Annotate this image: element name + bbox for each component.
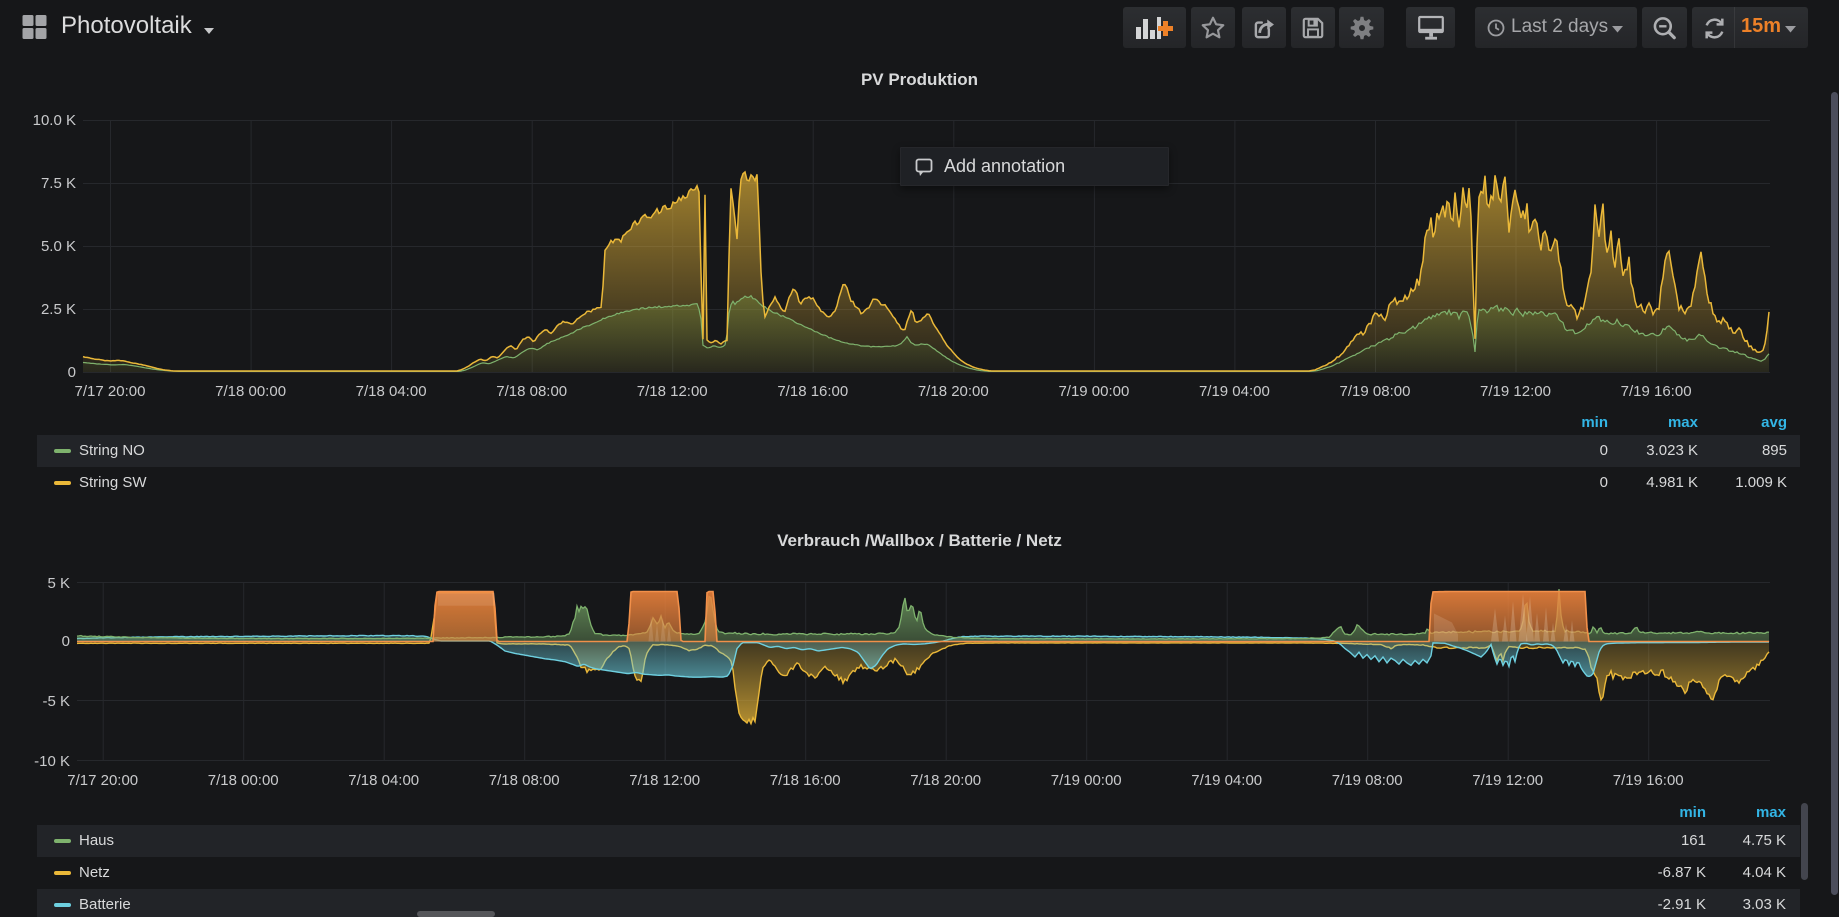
svg-text:10.0 K: 10.0 K xyxy=(33,112,76,129)
svg-text:7/18 04:00: 7/18 04:00 xyxy=(356,383,427,400)
svg-text:7/19 16:00: 7/19 16:00 xyxy=(1613,772,1684,789)
svg-text:7.5 K: 7.5 K xyxy=(41,175,76,192)
svg-text:7/17 20:00: 7/17 20:00 xyxy=(75,383,146,400)
svg-text:5.0 K: 5.0 K xyxy=(41,238,76,255)
svg-text:2.5 K: 2.5 K xyxy=(41,301,76,318)
svg-text:7/18 08:00: 7/18 08:00 xyxy=(489,772,560,789)
svg-text:7/19 12:00: 7/19 12:00 xyxy=(1472,772,1543,789)
svg-text:7/19 12:00: 7/19 12:00 xyxy=(1480,383,1551,400)
svg-text:7/19 08:00: 7/19 08:00 xyxy=(1332,772,1403,789)
svg-text:5 K: 5 K xyxy=(47,575,70,592)
svg-text:7/19 04:00: 7/19 04:00 xyxy=(1199,383,1270,400)
svg-text:7/19 00:00: 7/19 00:00 xyxy=(1058,383,1129,400)
svg-text:7/18 20:00: 7/18 20:00 xyxy=(918,383,989,400)
svg-text:7/19 04:00: 7/19 04:00 xyxy=(1191,772,1262,789)
svg-text:7/18 20:00: 7/18 20:00 xyxy=(910,772,981,789)
svg-text:0: 0 xyxy=(62,633,70,650)
svg-text:7/19 00:00: 7/19 00:00 xyxy=(1051,772,1122,789)
svg-text:0: 0 xyxy=(68,364,76,381)
svg-text:7/18 16:00: 7/18 16:00 xyxy=(770,772,841,789)
svg-text:-10 K: -10 K xyxy=(34,753,70,770)
svg-text:7/18 16:00: 7/18 16:00 xyxy=(777,383,848,400)
svg-text:7/19 16:00: 7/19 16:00 xyxy=(1621,383,1692,400)
svg-text:-5 K: -5 K xyxy=(42,693,70,710)
svg-text:7/18 00:00: 7/18 00:00 xyxy=(208,772,279,789)
svg-text:7/18 04:00: 7/18 04:00 xyxy=(348,772,419,789)
svg-text:7/19 08:00: 7/19 08:00 xyxy=(1340,383,1411,400)
svg-text:7/18 12:00: 7/18 12:00 xyxy=(629,772,700,789)
svg-text:7/17 20:00: 7/17 20:00 xyxy=(67,772,138,789)
svg-text:7/18 00:00: 7/18 00:00 xyxy=(215,383,286,400)
svg-text:7/18 12:00: 7/18 12:00 xyxy=(637,383,708,400)
svg-text:7/18 08:00: 7/18 08:00 xyxy=(496,383,567,400)
